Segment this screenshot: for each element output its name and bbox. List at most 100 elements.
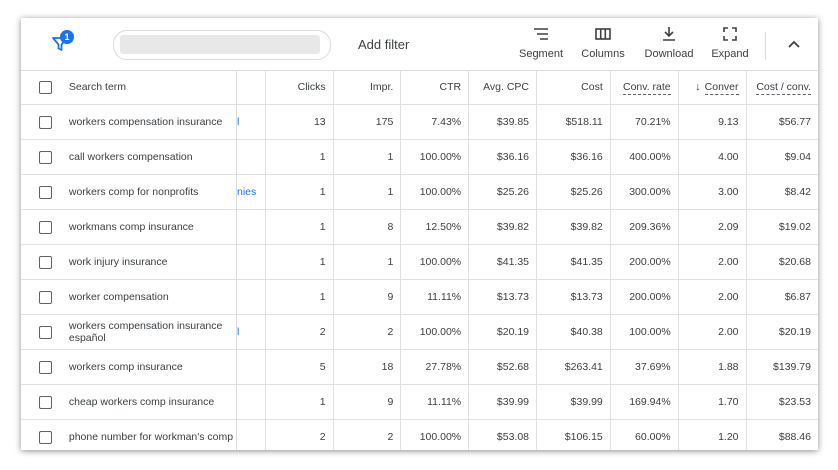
impressions-cell: 9 — [332, 279, 401, 315]
header-cost-per-conv[interactable]: Cost / conv. — [745, 70, 818, 105]
row-checkbox[interactable] — [39, 115, 52, 129]
table-header-row: Search term Clicks Impr. CTR Avg. CPC Co… — [21, 70, 818, 105]
search-term-text: work injury insurance — [68, 256, 168, 268]
table-row[interactable]: workmans comp insurance 1 8 12.50% $39.82 $39… — [21, 209, 818, 245]
clicks-cell: 1 — [264, 139, 334, 175]
segment-icon — [534, 28, 548, 40]
header-avg-cpc[interactable]: Avg. CPC — [468, 70, 537, 105]
impressions-cell: 2 — [332, 419, 401, 450]
table-row[interactable]: workers compensation insurance español l 2… — [21, 314, 818, 350]
conv-rate-cell: 400.00% — [609, 139, 679, 175]
table-row[interactable]: phone number for workman's comp 2 2 100.00%… — [21, 419, 818, 450]
header-search-term[interactable]: Search term — [67, 70, 237, 105]
impressions-cell: 8 — [332, 209, 401, 245]
sort-descending-icon: ↓ — [695, 81, 701, 93]
table-row[interactable]: work injury insurance 1 1 100.00% $41.35 $41.… — [21, 244, 818, 280]
header-conv-rate[interactable]: Conv. rate — [609, 70, 679, 105]
table-row[interactable]: worker compensation 1 9 11.11% $13.73 $13.73 2… — [21, 279, 818, 315]
header-clicks[interactable]: Clicks — [264, 70, 334, 105]
cost-cell: $36.16 — [536, 139, 611, 175]
ctr-cell: 12.50% — [400, 209, 469, 245]
cost-cell: $40.38 — [536, 314, 611, 350]
ctr-cell: 100.00% — [400, 314, 469, 350]
row-checkbox[interactable] — [39, 325, 52, 339]
search-term-cell: cheap workers comp insurance — [67, 384, 237, 420]
cost-cell: $39.82 — [536, 209, 611, 245]
download-button[interactable]: Download — [641, 26, 697, 66]
search-term-cell: worker compensation — [67, 279, 237, 315]
cost-per-conv-cell: $56.77 — [745, 104, 818, 140]
row-checkbox[interactable] — [39, 430, 52, 444]
row-select-cell — [21, 419, 68, 450]
header-ctr[interactable]: CTR — [400, 70, 469, 105]
avg-cpc-cell: $53.08 — [468, 419, 537, 450]
redacted-filter-text — [120, 35, 320, 54]
table-row[interactable]: workers comp for nonprofits nies 1 1 100.00%… — [21, 174, 818, 210]
header-conversions[interactable]: ↓ Conver — [677, 70, 746, 105]
impressions-cell: 1 — [332, 244, 401, 280]
avg-cpc-cell: $39.85 — [468, 104, 537, 140]
add-filter-button[interactable]: Add filter — [358, 37, 409, 52]
search-term-text: worker compensation — [68, 291, 169, 303]
table-row[interactable]: workers comp insurance 5 18 27.78% $52.68 $26… — [21, 349, 818, 385]
impressions-cell: 18 — [332, 349, 401, 385]
download-icon — [663, 27, 675, 41]
columns-button[interactable]: Columns — [579, 26, 627, 66]
row-checkbox[interactable] — [39, 220, 52, 234]
hidden-column-cell[interactable] — [235, 384, 266, 420]
row-checkbox[interactable] — [39, 185, 52, 199]
hidden-column-cell[interactable] — [235, 349, 266, 385]
conversions-cell: 1.70 — [677, 384, 746, 420]
collapse-button[interactable] — [787, 36, 807, 52]
search-term-cell: workers compensation insurance — [67, 104, 237, 140]
clicks-cell: 1 — [264, 244, 334, 280]
row-checkbox[interactable] — [39, 360, 52, 374]
hidden-column-cell[interactable] — [235, 244, 266, 280]
hidden-column-cell[interactable] — [235, 419, 266, 450]
conversions-cell: 2.09 — [677, 209, 746, 245]
row-checkbox[interactable] — [39, 290, 52, 304]
conversions-cell: 3.00 — [677, 174, 746, 210]
hidden-column-cell[interactable] — [235, 139, 266, 175]
avg-cpc-cell: $20.19 — [468, 314, 537, 350]
row-checkbox[interactable] — [39, 395, 52, 409]
header-hidden-column — [235, 70, 266, 105]
row-checkbox[interactable] — [39, 150, 52, 164]
table-row[interactable]: call workers compensation 1 1 100.00% $36.16… — [21, 139, 818, 175]
conv-rate-cell: 70.21% — [609, 104, 679, 140]
search-term-text: phone number for workman's comp — [68, 431, 234, 443]
chevron-up-icon — [788, 40, 800, 48]
hidden-column-cell[interactable]: nies — [235, 174, 266, 210]
hidden-column-cell[interactable]: l — [235, 104, 266, 140]
hidden-column-cell[interactable] — [235, 279, 266, 315]
table-row[interactable]: cheap workers comp insurance 1 9 11.11% $39.… — [21, 384, 818, 420]
header-impressions[interactable]: Impr. — [332, 70, 401, 105]
search-term-text: cheap workers comp insurance — [68, 396, 215, 408]
row-checkbox[interactable] — [39, 255, 52, 269]
filter-count-badge: 1 — [60, 30, 74, 44]
search-term-cell: work injury insurance — [67, 244, 237, 280]
table-row[interactable]: workers compensation insurance l 13 175 7.43… — [21, 104, 818, 140]
ctr-cell: 100.00% — [400, 244, 469, 280]
cost-per-conv-cell: $88.46 — [745, 419, 818, 450]
ctr-cell: 7.43% — [400, 104, 469, 140]
hidden-column-cell[interactable]: l — [235, 314, 266, 350]
cost-cell: $25.26 — [536, 174, 611, 210]
segment-button[interactable]: Segment — [515, 26, 567, 66]
avg-cpc-cell: $39.99 — [468, 384, 537, 420]
clicks-cell: 1 — [264, 209, 334, 245]
avg-cpc-cell: $41.35 — [468, 244, 537, 280]
hidden-column-cell[interactable] — [235, 209, 266, 245]
expand-button[interactable]: Expand — [709, 26, 751, 66]
filter-button[interactable]: 1 — [50, 30, 80, 60]
select-all-checkbox[interactable] — [39, 80, 52, 94]
conversions-cell: 9.13 — [677, 104, 746, 140]
filter-search-input[interactable] — [113, 30, 331, 60]
impressions-cell: 1 — [332, 139, 401, 175]
header-cost-per-conv-label: Cost / conv. — [756, 81, 811, 95]
clicks-cell: 1 — [264, 384, 334, 420]
header-cost[interactable]: Cost — [536, 70, 611, 105]
row-select-cell — [21, 209, 68, 245]
cost-cell: $106.15 — [536, 419, 611, 450]
ctr-cell: 100.00% — [400, 139, 469, 175]
